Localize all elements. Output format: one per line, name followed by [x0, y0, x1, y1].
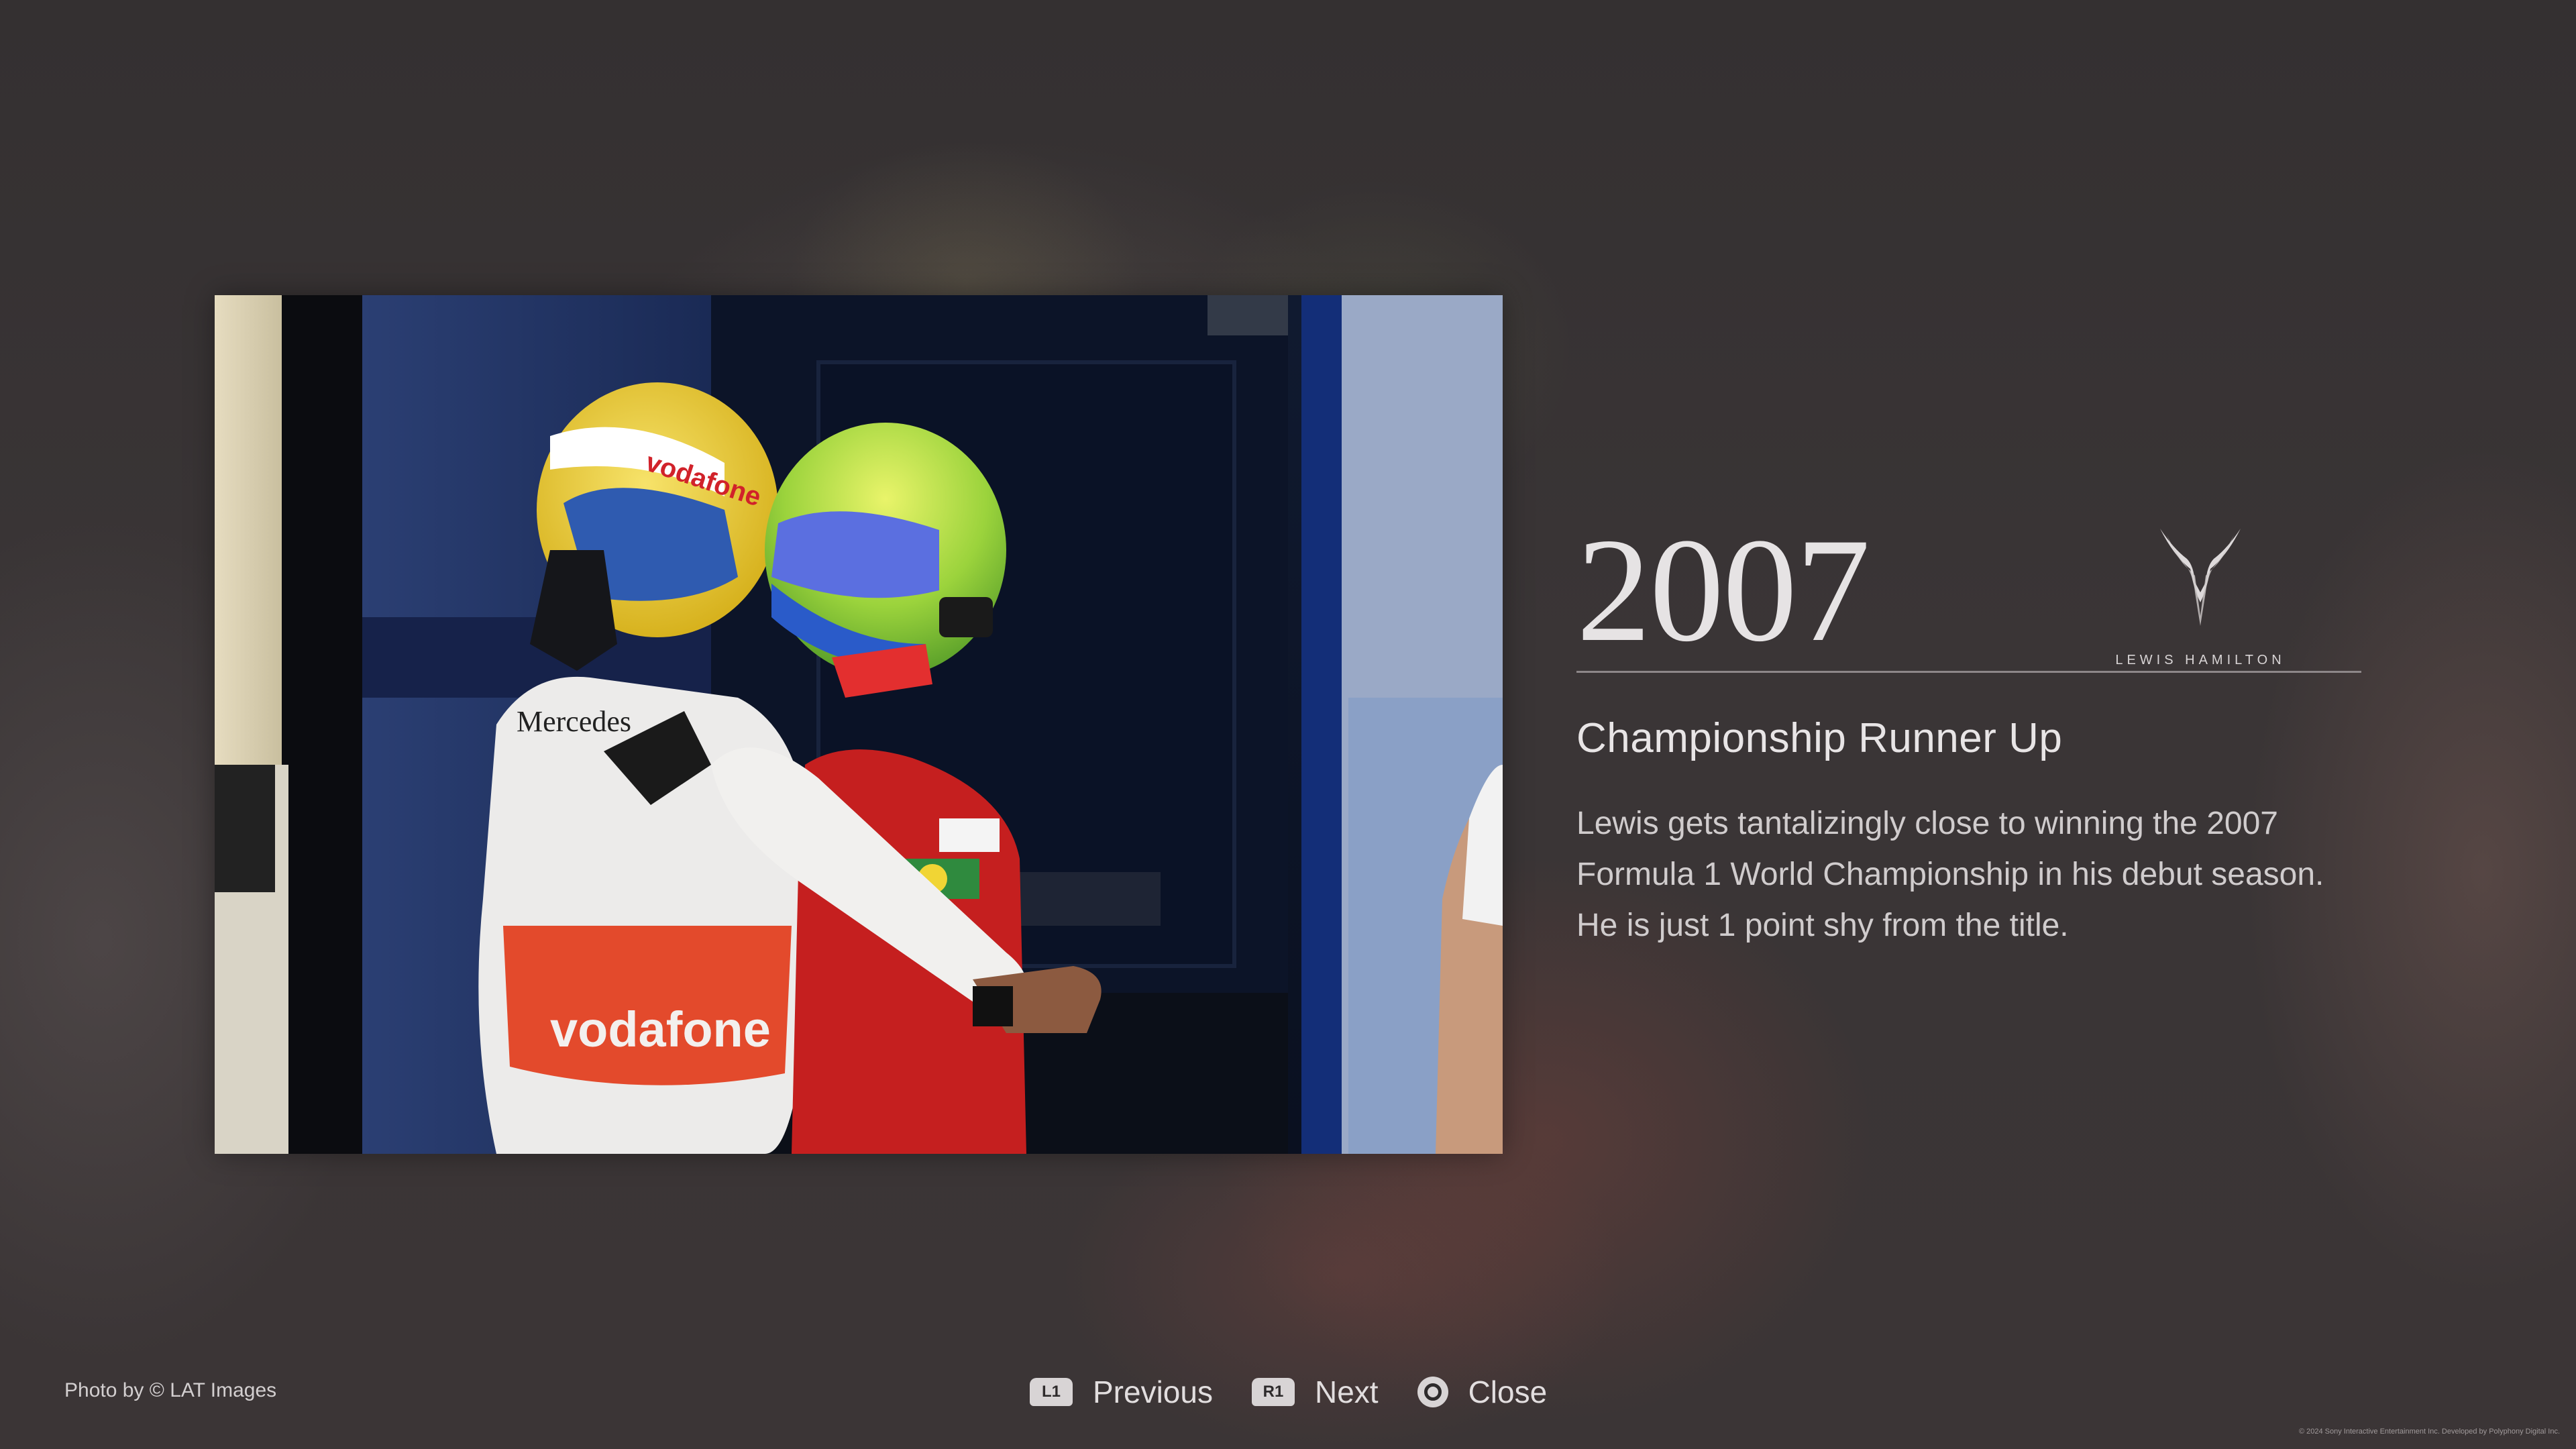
- previous-label: Previous: [1093, 1375, 1213, 1409]
- year-title: 2007: [1576, 508, 1870, 673]
- gallery-screen: vodafone Mercedes vodafone 2007 LEWIS HA…: [0, 0, 2576, 1449]
- copyright-notice: © 2024 Sony Interactive Entertainment In…: [2298, 1428, 2560, 1436]
- info-panel: 2007 LEWIS HAMILTON Championship Runner …: [1576, 510, 2361, 951]
- logo-text: LEWIS HAMILTON: [2115, 653, 2286, 667]
- year-header: 2007 LEWIS HAMILTON: [1576, 510, 2361, 673]
- suit-sponsor-text: vodafone: [550, 1002, 771, 1057]
- circle-button-icon: [1417, 1377, 1448, 1407]
- lewis-hamilton-logo: LEWIS HAMILTON: [2093, 529, 2308, 667]
- photo-credit: Photo by © LAT Images: [64, 1379, 277, 1401]
- close-label: Close: [1468, 1375, 1548, 1409]
- r1-button-icon: R1: [1251, 1378, 1295, 1406]
- achievement-description: Lewis gets tantalizingly close to winnin…: [1576, 806, 2324, 943]
- button-prompt-bar: L1 Previous R1 Next Close: [1030, 1368, 1547, 1415]
- achievement-title: Championship Runner Up: [1576, 715, 2063, 761]
- previous-button[interactable]: L1 Previous: [1030, 1374, 1213, 1410]
- close-button[interactable]: Close: [1417, 1374, 1548, 1410]
- suit-team-text: Mercedes: [517, 705, 631, 738]
- l1-button-icon: L1: [1030, 1378, 1073, 1406]
- history-photo: vodafone Mercedes vodafone: [215, 295, 1503, 1154]
- next-button[interactable]: R1 Next: [1251, 1374, 1379, 1410]
- next-label: Next: [1314, 1375, 1379, 1409]
- lewis-hamilton-logo-icon: [2160, 529, 2241, 626]
